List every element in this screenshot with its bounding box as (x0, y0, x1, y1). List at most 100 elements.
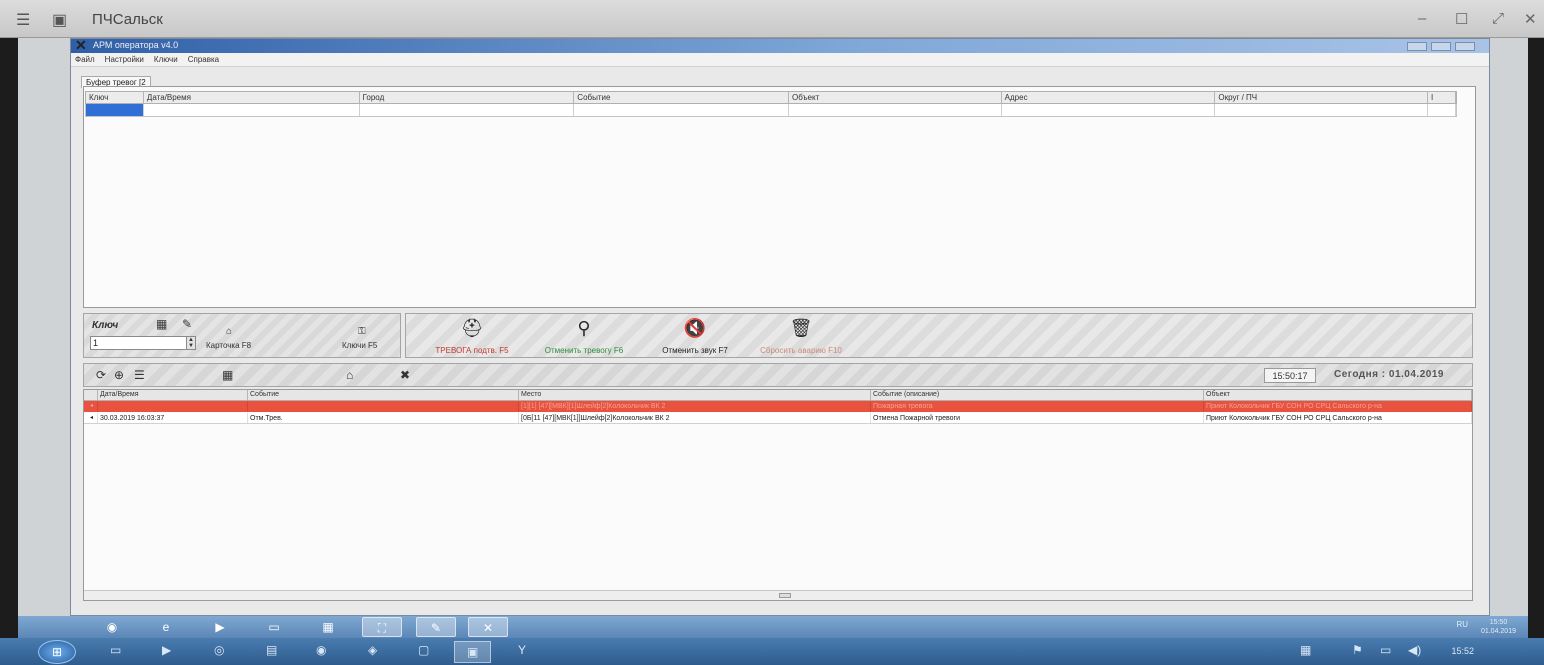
sound-off-icon: 🔇 (683, 318, 707, 338)
col-datetime[interactable]: Дата/Время (144, 92, 360, 103)
remote-desktop: ✕ АРМ оператора v4.0 Файл Настройки Ключ… (18, 37, 1528, 638)
buffer-row[interactable] (85, 104, 1457, 117)
log-toolbar: ⟳ ⊕ ☰ ▦ ⌂ ✖ 15:50:17 Сегодня : 01.04.201… (83, 363, 1473, 387)
screen-icon[interactable]: ▢ (418, 643, 429, 657)
app-close-button[interactable] (1455, 42, 1475, 51)
buffer-tabs: Буфер тревог [2 (81, 72, 151, 88)
log-col-place[interactable]: Место (519, 390, 871, 400)
log-cell-description: Отмена Пожарной тревоги (871, 413, 1204, 423)
tray-network-icon[interactable]: ▦ (1300, 643, 1311, 657)
key-label: Ключ (92, 320, 119, 331)
keys-button[interactable]: Ключи F5 (342, 341, 377, 350)
buffer-grid-header: Ключ Дата/Время Город Событие Объект Адр… (85, 91, 1457, 104)
log-cell-event: Отм.Трев. (248, 413, 519, 423)
col-i[interactable]: I (1428, 92, 1457, 103)
col-district[interactable]: Округ / ПЧ (1215, 92, 1429, 103)
chrome-icon[interactable]: ◉ (316, 643, 326, 657)
current-time: 15:50:17 (1264, 368, 1316, 383)
ie-icon[interactable]: e (146, 617, 186, 637)
remote-start-icon[interactable]: ◉ (92, 617, 132, 637)
monitor-icon[interactable]: ▣ (52, 10, 67, 30)
cancel-alarm-button[interactable]: ⚲ Отменить тревогу F6 (534, 318, 634, 355)
log-header: Дата/Время Событие Место Событие (описан… (84, 390, 1472, 401)
menu-settings[interactable]: Настройки (105, 53, 144, 66)
media-icon[interactable]: ▶ (162, 643, 171, 657)
grid-icon[interactable]: ▦ (222, 368, 233, 382)
key-spinner[interactable]: ▲ ▼ (186, 336, 196, 350)
menu-file[interactable]: Файл (75, 53, 95, 66)
confirm-alarm-button[interactable]: ⛑ ТРЕВОГА подтв. F5 (426, 318, 518, 355)
mute-sound-button[interactable]: 🔇 Отменить звук F7 (652, 318, 738, 355)
app-restore-button[interactable] (1431, 42, 1451, 51)
selected-cell[interactable] (86, 104, 144, 116)
tray-volume-icon[interactable]: ◀) (1408, 643, 1421, 657)
explorer-icon[interactable]: ▭ (254, 617, 294, 637)
col-key[interactable]: Ключ (86, 92, 144, 103)
list-icon[interactable]: ☰ (134, 368, 145, 382)
event-log-panel: Дата/Время Событие Место Событие (описан… (83, 389, 1473, 601)
col-city[interactable]: Город (360, 92, 575, 103)
log-cell-event (248, 401, 519, 412)
folder-icon[interactable]: ▭ (110, 643, 121, 657)
log-cell-place: [1][1] [47][МВК][1]Шлейф[2]Колокольчик В… (519, 401, 871, 412)
scroll-thumb[interactable] (779, 593, 791, 598)
start-button[interactable]: ⊞ (38, 640, 76, 664)
key-icon: ⚿ (358, 326, 366, 337)
docs-icon[interactable]: ▤ (266, 643, 277, 657)
viewer-bar: ☰ ▣ ПЧСальск – ☐ ⤢ ✕ (0, 0, 1544, 38)
viewer-title: ПЧСальск (92, 11, 163, 28)
card-button[interactable]: Карточка F8 (206, 341, 251, 350)
row-marker: ◂ (84, 401, 98, 412)
col-address[interactable]: Адрес (1002, 92, 1216, 103)
key-input[interactable]: 1 (90, 336, 194, 350)
app-logo-icon: ✕ (75, 37, 87, 53)
remote-clock: 15:50 01.04.2019 (1481, 618, 1516, 636)
col-event[interactable]: Событие (574, 92, 789, 103)
camera-icon[interactable]: ◎ (214, 643, 224, 657)
horizontal-scrollbar[interactable] (84, 590, 1472, 600)
cancel-alarm-label: Отменить тревогу F6 (544, 346, 624, 355)
app-minimize-button[interactable] (1407, 42, 1427, 51)
app-icon[interactable]: ◈ (368, 643, 377, 657)
operator-app-icon[interactable]: ✕ (468, 617, 508, 637)
app-titlebar: ✕ АРМ оператора v4.0 (71, 37, 1489, 53)
refresh-icon[interactable]: ⟳ (96, 368, 106, 382)
key-panel: Ключ ▦ ✎ 1 ▲ ▼ ⌂ Карточка F8 ⚿ Ключи F5 (83, 313, 401, 358)
filter-icon[interactable]: ⊕ (114, 368, 124, 382)
home-icon[interactable]: ⌂ (346, 368, 353, 382)
local-clock: 15:52 (1451, 646, 1474, 656)
menu-icon[interactable]: ☰ (16, 10, 30, 30)
apps-icon[interactable]: ▦ (308, 617, 348, 637)
log-row-alarm[interactable]: ◂ [1][1] [47][МВК][1]Шлейф[2]Колокольчик… (84, 401, 1472, 412)
minimize-icon[interactable]: – (1418, 10, 1426, 27)
menu-keys[interactable]: Ключи (154, 53, 178, 66)
log-col-datetime[interactable]: Дата/Время (98, 390, 248, 400)
log-cell-description: Пожарная тревога (871, 401, 1204, 412)
reset-accident-button[interactable]: 🗑 Сбросить аварию F10 (752, 318, 850, 355)
alarm-buffer-panel (83, 86, 1476, 308)
remote-tray[interactable]: RU (1456, 620, 1468, 629)
expand-icon[interactable]: ⤢ (1492, 10, 1504, 27)
notes-app-icon[interactable]: ✎ (416, 617, 456, 637)
log-cell-place: [0Б[11 [47][МВК[1]]Шлейф[2]Колокольчик В… (519, 413, 871, 423)
log-cell-object: Приют Колокольчик ГБУ СОН РО СРЦ Сальско… (1204, 413, 1472, 423)
tray-flag-icon[interactable]: ⚑ (1352, 643, 1363, 657)
log-col-object[interactable]: Объект (1204, 390, 1472, 400)
calculator-icon[interactable]: ▦ (156, 317, 167, 331)
media-player-icon[interactable]: ▶ (200, 617, 240, 637)
close-log-icon[interactable]: ✖ (400, 368, 410, 382)
remote-viewer-icon[interactable]: ▣ (454, 641, 492, 663)
alarm-confirm-icon: ⛑ (460, 318, 484, 338)
log-col-description[interactable]: Событие (описание) (871, 390, 1204, 400)
edit-key-icon[interactable]: ✎ (182, 317, 192, 331)
log-row[interactable]: ◂ 30.03.2019 16:03:37 Отм.Трев. [0Б[11 [… (84, 413, 1472, 424)
col-object[interactable]: Объект (789, 92, 1002, 103)
log-col-event[interactable]: Событие (248, 390, 519, 400)
close-icon[interactable]: ✕ (1524, 10, 1537, 28)
maximize-icon[interactable]: ☐ (1455, 10, 1468, 28)
menu-help[interactable]: Справка (188, 53, 219, 66)
network-app-icon[interactable]: ⛶ (362, 617, 402, 637)
yandex-icon[interactable]: Y (518, 643, 526, 657)
log-cell-datetime (98, 401, 248, 412)
tray-display-icon[interactable]: ▭ (1380, 643, 1391, 657)
